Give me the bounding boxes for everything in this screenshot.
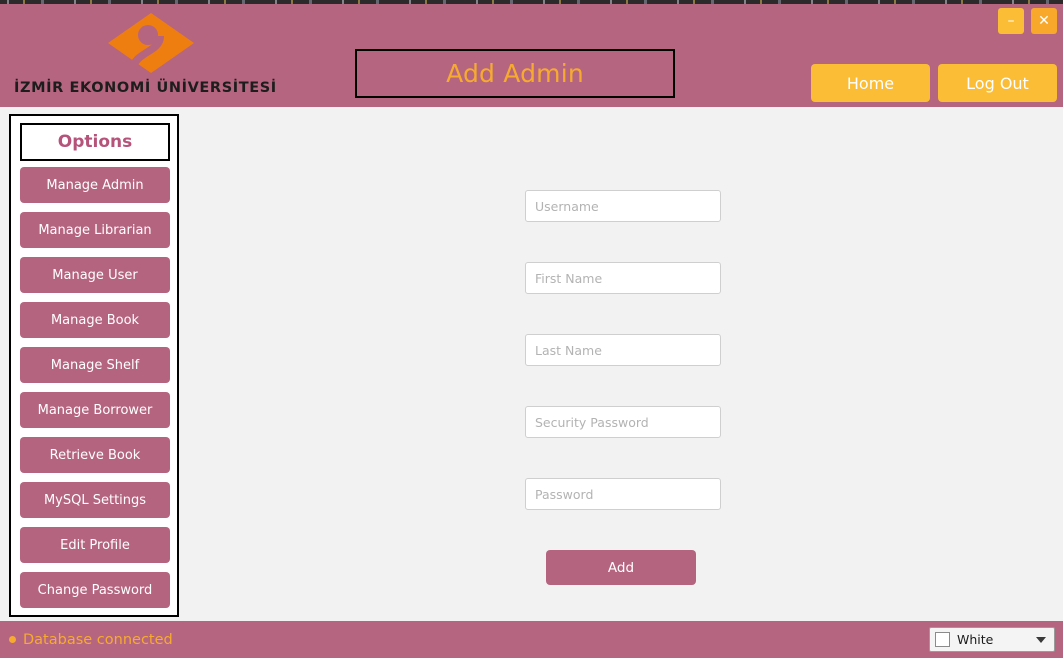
database-status: Database connected xyxy=(9,621,173,658)
close-button[interactable]: ✕ xyxy=(1031,8,1057,34)
options-sidebar: Options Manage Admin Manage Librarian Ma… xyxy=(9,114,179,617)
sidebar-item-manage-book[interactable]: Manage Book xyxy=(20,302,170,338)
theme-select-label: White xyxy=(957,632,994,647)
sidebar-item-retrieve-book[interactable]: Retrieve Book xyxy=(20,437,170,473)
security-password-input[interactable] xyxy=(525,406,721,438)
status-dot-icon xyxy=(9,636,16,643)
home-button[interactable]: Home xyxy=(811,64,930,102)
sidebar-item-edit-profile[interactable]: Edit Profile xyxy=(20,527,170,563)
status-bar: Database connected White xyxy=(0,621,1063,658)
brand-logo-text: İZMİR EKONOMİ ÜNİVERSİTESİ xyxy=(14,80,277,96)
page-title: Add Admin xyxy=(355,49,675,98)
page-title-text: Add Admin xyxy=(446,59,584,88)
sidebar-item-mysql-settings[interactable]: MySQL Settings xyxy=(20,482,170,518)
sidebar-item-manage-librarian[interactable]: Manage Librarian xyxy=(20,212,170,248)
application-window: İZMİR EKONOMİ ÜNİVERSİTESİ Add Admin – ✕… xyxy=(0,0,1063,658)
sidebar-item-manage-borrower[interactable]: Manage Borrower xyxy=(20,392,170,428)
sidebar-item-manage-user[interactable]: Manage User xyxy=(20,257,170,293)
brand-logo: İZMİR EKONOMİ ÜNİVERSİTESİ xyxy=(14,10,277,102)
add-button[interactable]: Add xyxy=(546,550,696,585)
theme-select[interactable]: White xyxy=(929,627,1055,652)
first-name-input[interactable] xyxy=(525,262,721,294)
sidebar-item-manage-shelf[interactable]: Manage Shelf xyxy=(20,347,170,383)
chevron-down-icon xyxy=(1036,636,1046,643)
sidebar-heading: Options xyxy=(20,123,170,161)
logout-button[interactable]: Log Out xyxy=(938,64,1057,102)
sidebar-item-change-password[interactable]: Change Password xyxy=(20,572,170,608)
password-input[interactable] xyxy=(525,478,721,510)
app-header: İZMİR EKONOMİ ÜNİVERSİTESİ Add Admin – ✕… xyxy=(0,4,1063,107)
sidebar-item-list: Manage Admin Manage Librarian Manage Use… xyxy=(20,167,170,617)
username-input[interactable] xyxy=(525,190,721,222)
sidebar-item-manage-admin[interactable]: Manage Admin xyxy=(20,167,170,203)
university-diamond-logo-icon xyxy=(108,13,194,73)
add-admin-form: Add xyxy=(188,110,1063,621)
database-status-text: Database connected xyxy=(23,631,173,648)
last-name-input[interactable] xyxy=(525,334,721,366)
theme-color-swatch xyxy=(935,632,950,647)
sidebar-heading-text: Options xyxy=(57,132,133,152)
minimize-button[interactable]: – xyxy=(998,8,1024,34)
